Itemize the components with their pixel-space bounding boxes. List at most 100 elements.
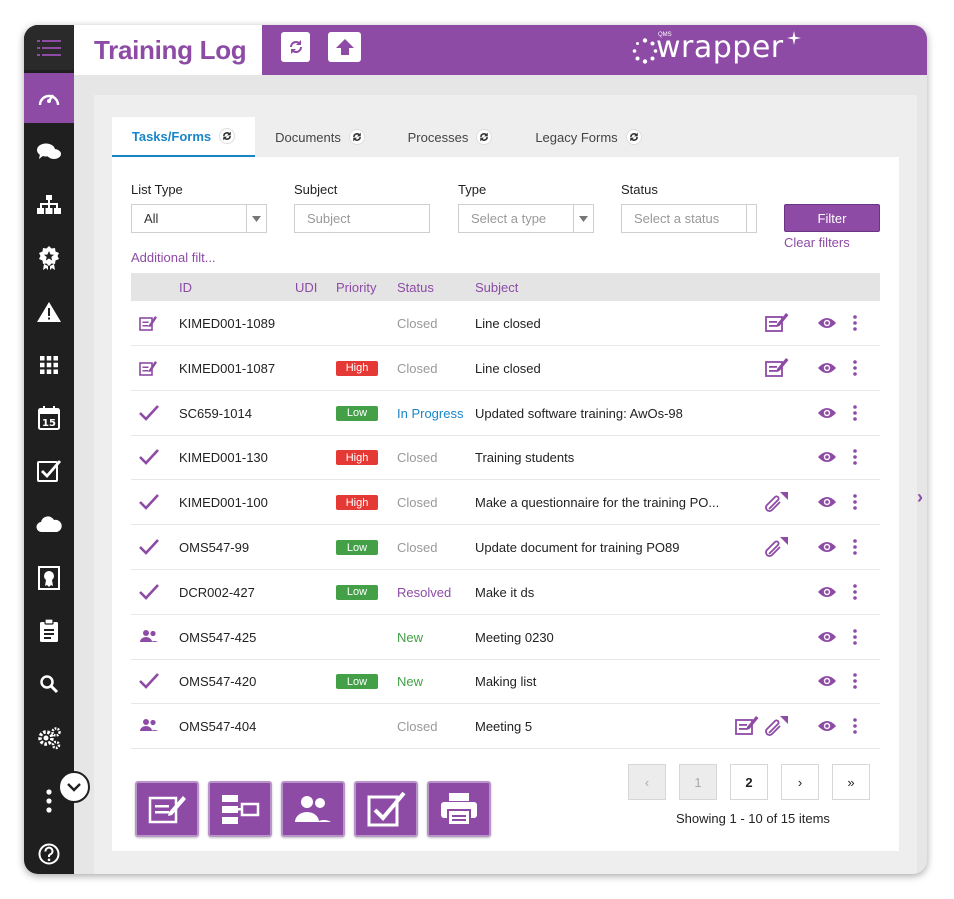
table-row[interactable]: KIMED001-100 High Closed Make a questionnai… xyxy=(131,480,880,526)
list-type-select[interactable]: All xyxy=(131,204,267,233)
new-process-button[interactable] xyxy=(208,781,272,837)
sidebar-item-org-chart[interactable] xyxy=(24,180,74,230)
tab-refresh-icon[interactable] xyxy=(219,128,236,144)
new-form-button[interactable] xyxy=(135,781,199,837)
tab-legacy-forms[interactable]: Legacy Forms xyxy=(515,117,662,157)
sidebar-item-certificates[interactable] xyxy=(24,553,74,603)
tab-processes[interactable]: Processes xyxy=(385,117,515,157)
sidebar-item-help[interactable] xyxy=(24,829,74,874)
row-id[interactable]: DCR002-427 xyxy=(179,585,255,600)
column-header-status[interactable]: Status xyxy=(397,280,434,295)
view-button[interactable] xyxy=(817,316,837,333)
status-select[interactable]: Select a status xyxy=(621,204,757,233)
sidebar-item-clipboard[interactable] xyxy=(24,606,74,656)
subject-input[interactable]: Subject xyxy=(294,204,430,233)
table-row[interactable]: KIMED001-130 High Closed Training students xyxy=(131,435,880,481)
row-menu-button[interactable] xyxy=(853,494,857,513)
table-row[interactable]: OMS547-425 New Meeting 0230 xyxy=(131,615,880,660)
table-row[interactable]: KIMED001-1089 Closed Line closed xyxy=(131,301,880,346)
row-action-form[interactable] xyxy=(735,715,759,738)
column-header-priority[interactable]: Priority xyxy=(336,280,376,295)
view-button[interactable] xyxy=(817,585,837,602)
sidebar-item-cloud[interactable] xyxy=(24,499,74,549)
row-menu-button[interactable] xyxy=(853,404,857,424)
print-button[interactable] xyxy=(427,781,491,837)
row-action-form[interactable] xyxy=(765,312,789,335)
sidebar-item-search[interactable] xyxy=(24,659,74,709)
refresh-button[interactable] xyxy=(281,32,310,62)
tab-refresh-icon[interactable] xyxy=(348,129,365,145)
sidebar-item-calendar[interactable]: 15 xyxy=(24,393,74,443)
table-row[interactable]: KIMED001-1087 High Closed Line closed xyxy=(131,346,880,391)
row-menu-button[interactable] xyxy=(853,539,857,558)
sidebar-item-certificate[interactable] xyxy=(24,233,74,283)
view-button[interactable] xyxy=(817,674,837,691)
new-task-button[interactable] xyxy=(354,781,418,837)
clear-filters-link[interactable]: Clear filters xyxy=(784,235,850,250)
row-action-attach[interactable] xyxy=(765,491,789,516)
row-menu-button[interactable] xyxy=(853,359,857,379)
row-id[interactable]: OMS547-425 xyxy=(179,630,256,645)
pagination-page-1[interactable]: 1 xyxy=(679,764,717,800)
filter-button[interactable]: Filter xyxy=(784,204,880,232)
tab-refresh-icon[interactable] xyxy=(625,129,642,145)
view-button[interactable] xyxy=(817,361,837,378)
row-menu-button[interactable] xyxy=(853,718,857,737)
column-header-udi[interactable]: UDI xyxy=(295,280,317,295)
row-id[interactable]: KIMED001-100 xyxy=(179,495,268,510)
additional-filters-link[interactable]: Additional filt... xyxy=(131,250,216,265)
table-row[interactable]: DCR002-427 Low Resolved Make it ds xyxy=(131,570,880,615)
new-meeting-button[interactable] xyxy=(281,781,345,837)
column-header-subject[interactable]: Subject xyxy=(475,280,518,295)
chevron-right-icon[interactable]: › xyxy=(917,487,923,508)
pagination-last[interactable]: » xyxy=(832,764,870,800)
row-menu-button[interactable] xyxy=(853,628,857,648)
tab-refresh-icon[interactable] xyxy=(476,129,493,145)
row-id[interactable]: KIMED001-1087 xyxy=(179,361,275,376)
sidebar-item-apps[interactable] xyxy=(24,340,74,390)
sidebar-item-dashboard[interactable] xyxy=(24,73,74,123)
tab-documents[interactable]: Documents xyxy=(255,117,385,157)
table-row[interactable]: OMS547-99 Low Closed Update document for tr… xyxy=(131,525,880,570)
row-status: Closed xyxy=(397,719,438,735)
view-button[interactable] xyxy=(817,540,837,557)
view-button[interactable] xyxy=(817,630,837,647)
sidebar-item-settings[interactable] xyxy=(24,713,74,763)
check-icon xyxy=(139,539,159,555)
view-button[interactable] xyxy=(817,450,837,467)
row-id[interactable]: SC659-1014 xyxy=(179,406,252,421)
row-id[interactable]: KIMED001-130 xyxy=(179,450,268,465)
column-header-id[interactable]: ID xyxy=(179,280,192,295)
menu-button[interactable] xyxy=(24,25,74,70)
view-button[interactable] xyxy=(817,406,837,423)
type-select[interactable]: Select a type xyxy=(458,204,594,233)
pagination-prev[interactable]: ‹ xyxy=(628,764,666,800)
sidebar-collapse-button[interactable] xyxy=(58,771,90,803)
row-menu-button[interactable] xyxy=(853,583,857,603)
pagination-next[interactable]: › xyxy=(781,764,819,800)
checkbox-icon xyxy=(37,460,61,482)
row-menu-button[interactable] xyxy=(853,673,857,692)
sidebar-item-alerts[interactable] xyxy=(24,287,74,337)
row-menu-button[interactable] xyxy=(853,449,857,468)
table-row[interactable]: OMS547-404 Closed Meeting 5 xyxy=(131,704,880,750)
row-id[interactable]: OMS547-99 xyxy=(179,540,249,555)
row-action-attach[interactable] xyxy=(765,536,789,561)
flowchart-icon xyxy=(222,795,260,824)
upload-button[interactable] xyxy=(328,32,361,62)
sidebar-item-chat[interactable] xyxy=(24,127,74,177)
row-id[interactable]: KIMED001-1089 xyxy=(179,316,275,331)
table-row[interactable]: OMS547-420 Low New Making list xyxy=(131,659,880,705)
sidebar-item-tasks[interactable] xyxy=(24,446,74,496)
vertical-dots-icon xyxy=(853,718,857,734)
row-menu-button[interactable] xyxy=(853,315,857,334)
view-button[interactable] xyxy=(817,719,837,736)
view-button[interactable] xyxy=(817,495,837,512)
row-action-form[interactable] xyxy=(765,357,789,380)
tab-tasks-forms[interactable]: Tasks/Forms xyxy=(112,117,255,157)
pagination-page-2[interactable]: 2 xyxy=(730,764,768,800)
row-action-attach[interactable] xyxy=(765,715,789,740)
row-id[interactable]: OMS547-404 xyxy=(179,719,256,734)
row-id[interactable]: OMS547-420 xyxy=(179,674,256,689)
table-row[interactable]: SC659-1014 Low In Progress Updated software… xyxy=(131,391,880,436)
